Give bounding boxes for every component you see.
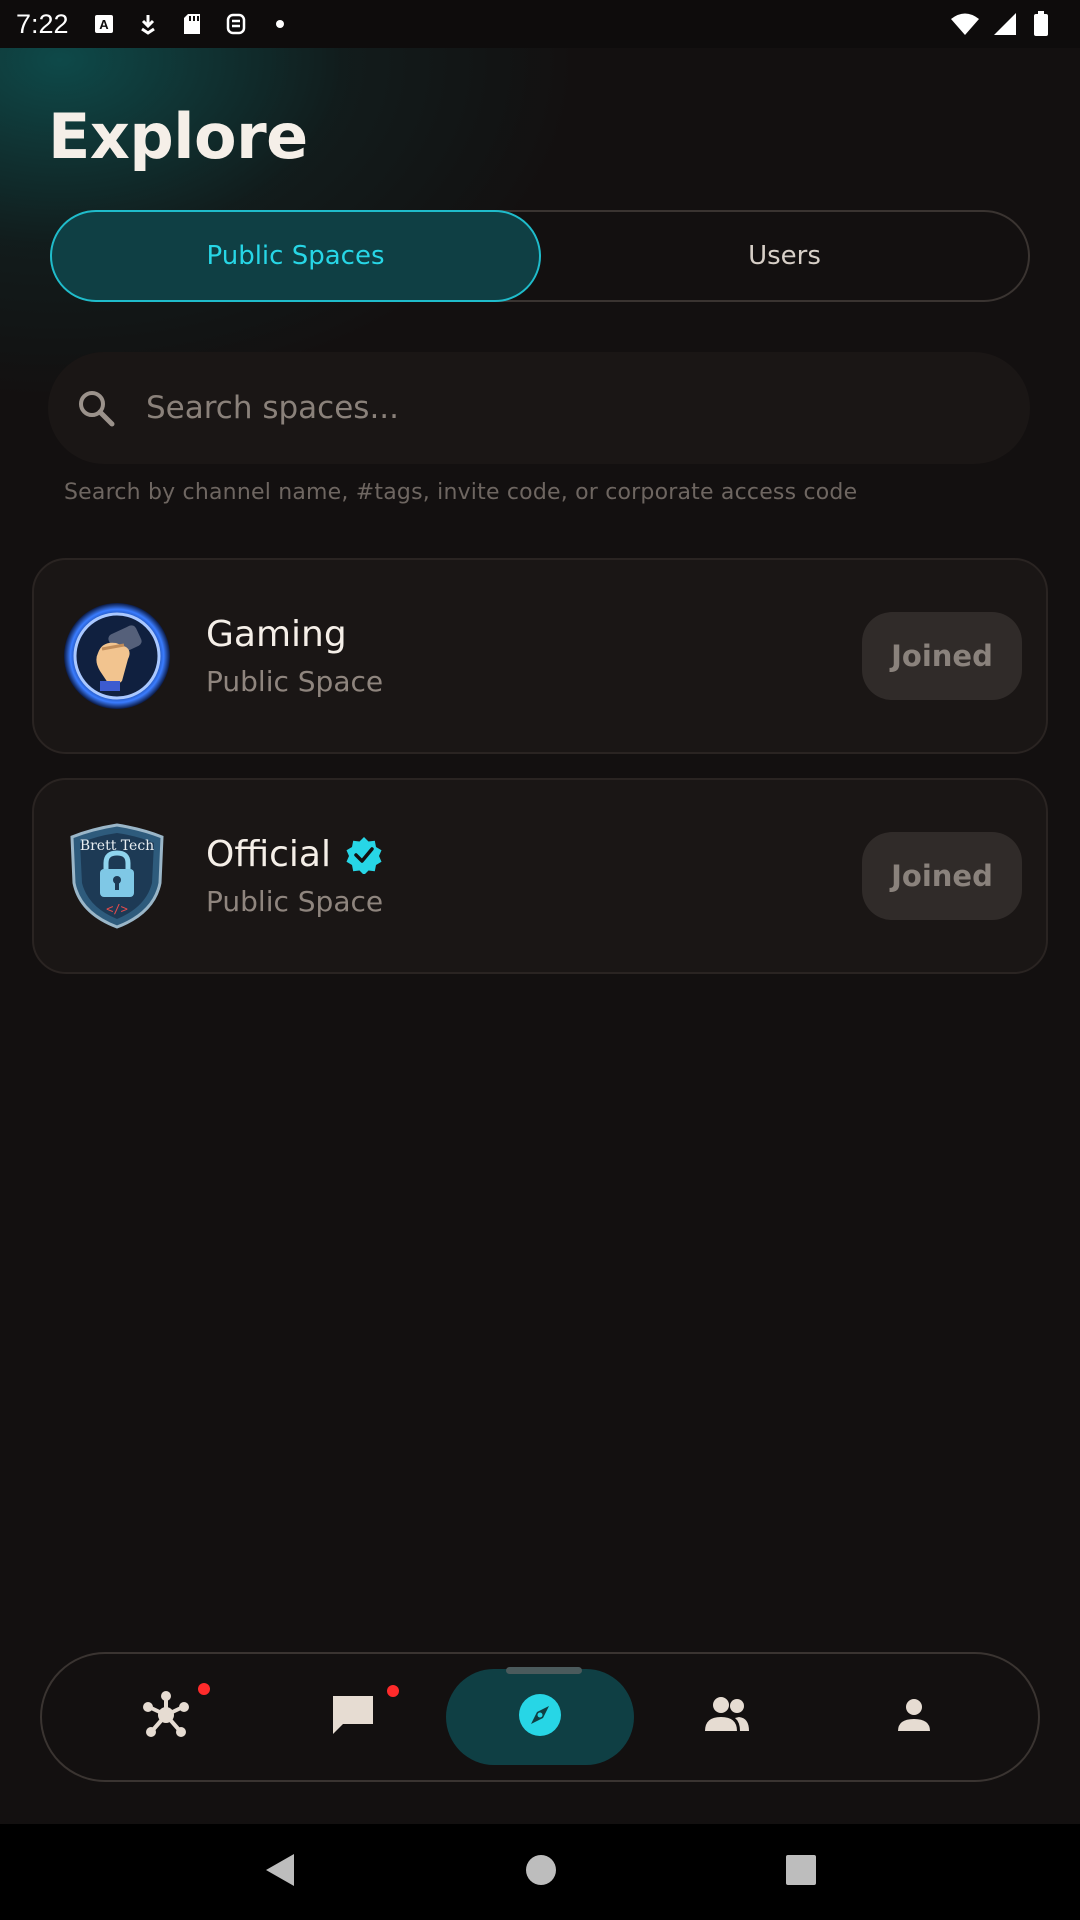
nav-people[interactable] [634,1669,821,1765]
app-notification-icon [225,13,247,35]
tab-public-spaces[interactable]: Public Spaces [50,210,541,302]
notification-badge [198,1683,210,1695]
sd-card-icon [181,13,203,35]
page-title: Explore [48,100,308,173]
svg-text:A: A [99,17,109,32]
space-card-text: Official Public Space [206,834,862,918]
svg-text:</>: </> [106,902,128,916]
notification-badge [387,1685,400,1697]
wifi-icon [950,13,980,35]
network-icon [140,1689,192,1745]
space-subtitle: Public Space [206,665,384,698]
nav-chat[interactable] [259,1669,446,1765]
tab-users[interactable]: Users [541,212,1028,300]
status-bar: 7:22 A [0,0,1080,48]
profile-icon [896,1697,932,1737]
space-subtitle: Public Space [206,885,384,918]
download-icon [137,13,159,35]
official-avatar-icon: Brett Tech </> [62,821,172,931]
space-name: Gaming [206,614,347,655]
joined-button[interactable]: Joined [862,612,1022,700]
font-app-icon: A [93,13,115,35]
explore-tabs: Public Spaces Users [50,210,1030,302]
more-notifications-dot-icon [269,13,291,35]
cell-signal-icon [992,13,1018,35]
compass-icon [517,1692,563,1742]
status-icons-left: A [93,13,291,35]
space-name-row: Gaming [206,614,862,655]
header-glow [0,0,1080,620]
status-icons-right [950,11,1052,36]
system-nav-bar [0,1824,1080,1920]
search-input[interactable] [146,390,966,426]
chat-icon [330,1692,376,1742]
status-time: 7:22 [16,8,69,39]
recents-icon[interactable] [785,1855,816,1889]
nav-explore[interactable] [446,1667,634,1765]
verified-badge-icon [345,836,383,875]
search-hint: Search by channel name, #tags, invite co… [64,480,858,505]
space-card-official[interactable]: Brett Tech </> Official Public Space Joi… [32,778,1048,974]
space-card-gaming[interactable]: Gaming Public Space Joined [32,558,1048,754]
nav-profile[interactable] [821,1669,1008,1765]
joined-button[interactable]: Joined [862,832,1022,920]
nav-network[interactable] [72,1669,259,1765]
search-bar [48,352,1030,464]
search-icon [76,388,116,428]
bottom-nav [40,1652,1040,1782]
space-card-text: Gaming Public Space [206,614,862,698]
space-name: Official [206,834,331,875]
battery-icon [1030,11,1052,36]
space-name-row: Official [206,834,862,875]
gaming-avatar-icon [62,601,172,711]
home-icon[interactable] [525,1854,557,1890]
people-icon [702,1695,752,1739]
back-icon[interactable] [264,1852,296,1892]
